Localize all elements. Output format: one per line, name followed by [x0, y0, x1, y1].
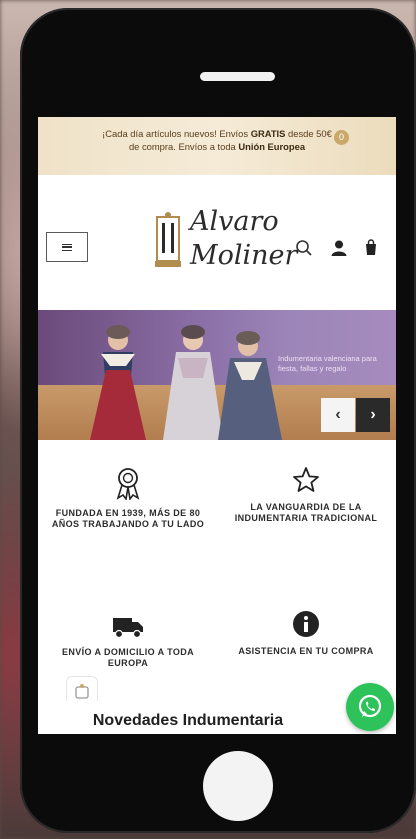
- logo-emblem-icon: [155, 212, 181, 267]
- feature-vanguard-text: LA VANGUARDIA DE LA INDUMENTARIA TRADICI…: [234, 502, 378, 523]
- hero-falleras-illustration: [90, 325, 282, 440]
- menu-button[interactable]: [46, 232, 88, 262]
- cart-count-badge: 0: [334, 130, 349, 145]
- slider-prev-button[interactable]: ‹: [321, 398, 355, 432]
- award-ribbon-icon: [116, 468, 140, 500]
- search-icon[interactable]: [295, 239, 313, 257]
- feature-support-text: ASISTENCIA EN TU COMPRA: [238, 646, 374, 656]
- logo-text-line-2: Moliner: [190, 240, 298, 271]
- feature-shipping: ENVÍO A DOMICILIO A TODA EUROPA: [48, 615, 208, 669]
- truck-icon: [113, 618, 143, 639]
- feature-shipping-text: ENVÍO A DOMICILIO A TODA EUROPA: [61, 647, 195, 668]
- slider-next-button[interactable]: ›: [356, 398, 390, 432]
- user-icon[interactable]: [330, 239, 348, 257]
- cookie-icon: [75, 684, 89, 699]
- whatsapp-icon: [358, 694, 382, 718]
- phone-home-button[interactable]: [203, 751, 273, 821]
- phone-screen: ¡Cada día artículos nuevos! Envíos GRATI…: [38, 117, 396, 734]
- chevron-right-icon: ›: [370, 406, 376, 423]
- hero-caption: Indumentaria valenciana para fiesta, fal…: [278, 354, 377, 373]
- phone-speaker: [200, 72, 275, 81]
- star-icon: [293, 467, 319, 492]
- feature-vanguard: LA VANGUARDIA DE LA INDUMENTARIA TRADICI…: [226, 466, 386, 524]
- promo-banner: ¡Cada día artículos nuevos! Envíos GRATI…: [38, 117, 396, 175]
- section-title: Novedades Indumentaria: [92, 712, 284, 729]
- hero-slider[interactable]: Indumentaria valenciana para fiesta, fal…: [38, 310, 396, 440]
- info-icon: [293, 611, 319, 637]
- whatsapp-button[interactable]: [346, 683, 394, 731]
- feature-support: ASISTENCIA EN TU COMPRA: [226, 610, 386, 657]
- feature-founded: FUNDADA EN 1939, MÁS DE 80 AÑOS TRABAJAN…: [48, 466, 208, 530]
- site-header: Alvaro Moliner: [38, 175, 396, 310]
- chevron-left-icon: ‹: [335, 406, 341, 423]
- cart-icon[interactable]: [362, 239, 380, 257]
- feature-founded-text: FUNDADA EN 1939, MÁS DE 80 AÑOS TRABAJAN…: [51, 508, 205, 529]
- hamburger-icon: [62, 243, 72, 251]
- logo-text-line-1: Alvaro: [190, 206, 279, 237]
- site-logo[interactable]: Alvaro Moliner: [154, 205, 297, 281]
